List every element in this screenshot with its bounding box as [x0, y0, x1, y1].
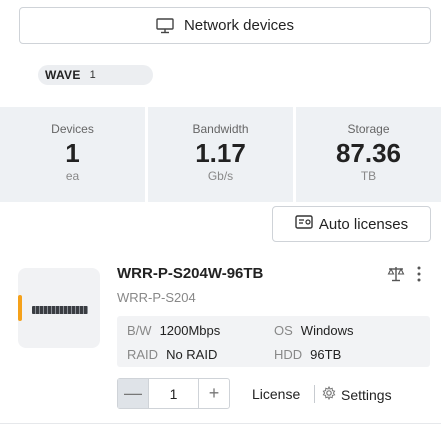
- gear-icon: [322, 385, 336, 403]
- more-vertical-icon[interactable]: [416, 265, 422, 288]
- network-devices-label: Network devices: [183, 17, 295, 34]
- spec-raid: RAID No RAID: [127, 347, 217, 362]
- license-card-icon: [295, 215, 313, 233]
- stat-unit: TB: [360, 169, 377, 183]
- stat-value: 1: [65, 138, 80, 168]
- settings-link[interactable]: Settings: [322, 385, 392, 403]
- auto-licenses-label: Auto licenses: [318, 215, 409, 233]
- stat-unit: Gb/s: [207, 169, 234, 183]
- spec-value: 1200Mbps: [159, 323, 221, 338]
- increment-button[interactable]: +: [198, 379, 229, 408]
- scale-icon[interactable]: [387, 265, 405, 288]
- spec-hdd: HDD 96TB: [274, 347, 341, 362]
- license-link[interactable]: License: [252, 386, 300, 402]
- network-devices-button[interactable]: Network devices: [19, 7, 431, 44]
- spec-value: 96TB: [310, 347, 342, 362]
- device-image: [18, 268, 100, 348]
- stat-value: 87.36: [335, 138, 402, 168]
- divider: [314, 385, 315, 403]
- stat-storage: Storage 87.36 TB: [296, 107, 441, 202]
- group-tag[interactable]: WAVE 1: [38, 65, 153, 85]
- quantity-value[interactable]: 1: [149, 379, 198, 408]
- spec-label: HDD: [274, 347, 303, 362]
- divider: [0, 423, 441, 424]
- spec-bandwidth: B/W 1200Mbps: [127, 323, 220, 338]
- stat-devices: Devices 1 ea: [0, 107, 145, 202]
- stat-label: Bandwidth: [192, 122, 249, 136]
- decrement-button[interactable]: —: [118, 379, 149, 408]
- stat-label: Storage: [347, 122, 390, 136]
- monitor-icon: [156, 17, 174, 34]
- spec-os: OS Windows: [274, 323, 354, 338]
- quantity-stepper[interactable]: — 1 +: [117, 378, 230, 409]
- spec-label: RAID: [127, 347, 159, 362]
- device-name[interactable]: WRR-P-S204W-96TB: [117, 265, 263, 282]
- spec-value: Windows: [300, 323, 354, 338]
- summary-stats: Devices 1 ea Bandwidth 1.17 Gb/s Storage…: [0, 107, 441, 202]
- spec-value: No RAID: [166, 347, 218, 362]
- stat-value: 1.17: [195, 138, 246, 168]
- device-accent-bar: [18, 295, 22, 321]
- group-name: WAVE: [45, 68, 81, 82]
- spec-label: B/W: [127, 323, 152, 338]
- stat-label: Devices: [51, 122, 94, 136]
- stat-unit: ea: [65, 169, 80, 183]
- auto-licenses-button[interactable]: Auto licenses: [272, 206, 431, 242]
- group-count: 1: [89, 69, 96, 81]
- device-thumbnail: [32, 306, 88, 314]
- device-model: WRR-P-S204: [117, 290, 196, 305]
- stat-bandwidth: Bandwidth 1.17 Gb/s: [148, 107, 293, 202]
- spec-label: OS: [274, 323, 293, 338]
- settings-label: Settings: [341, 386, 392, 403]
- device-specs: B/W 1200Mbps OS Windows RAID No RAID HDD 96T…: [117, 316, 430, 367]
